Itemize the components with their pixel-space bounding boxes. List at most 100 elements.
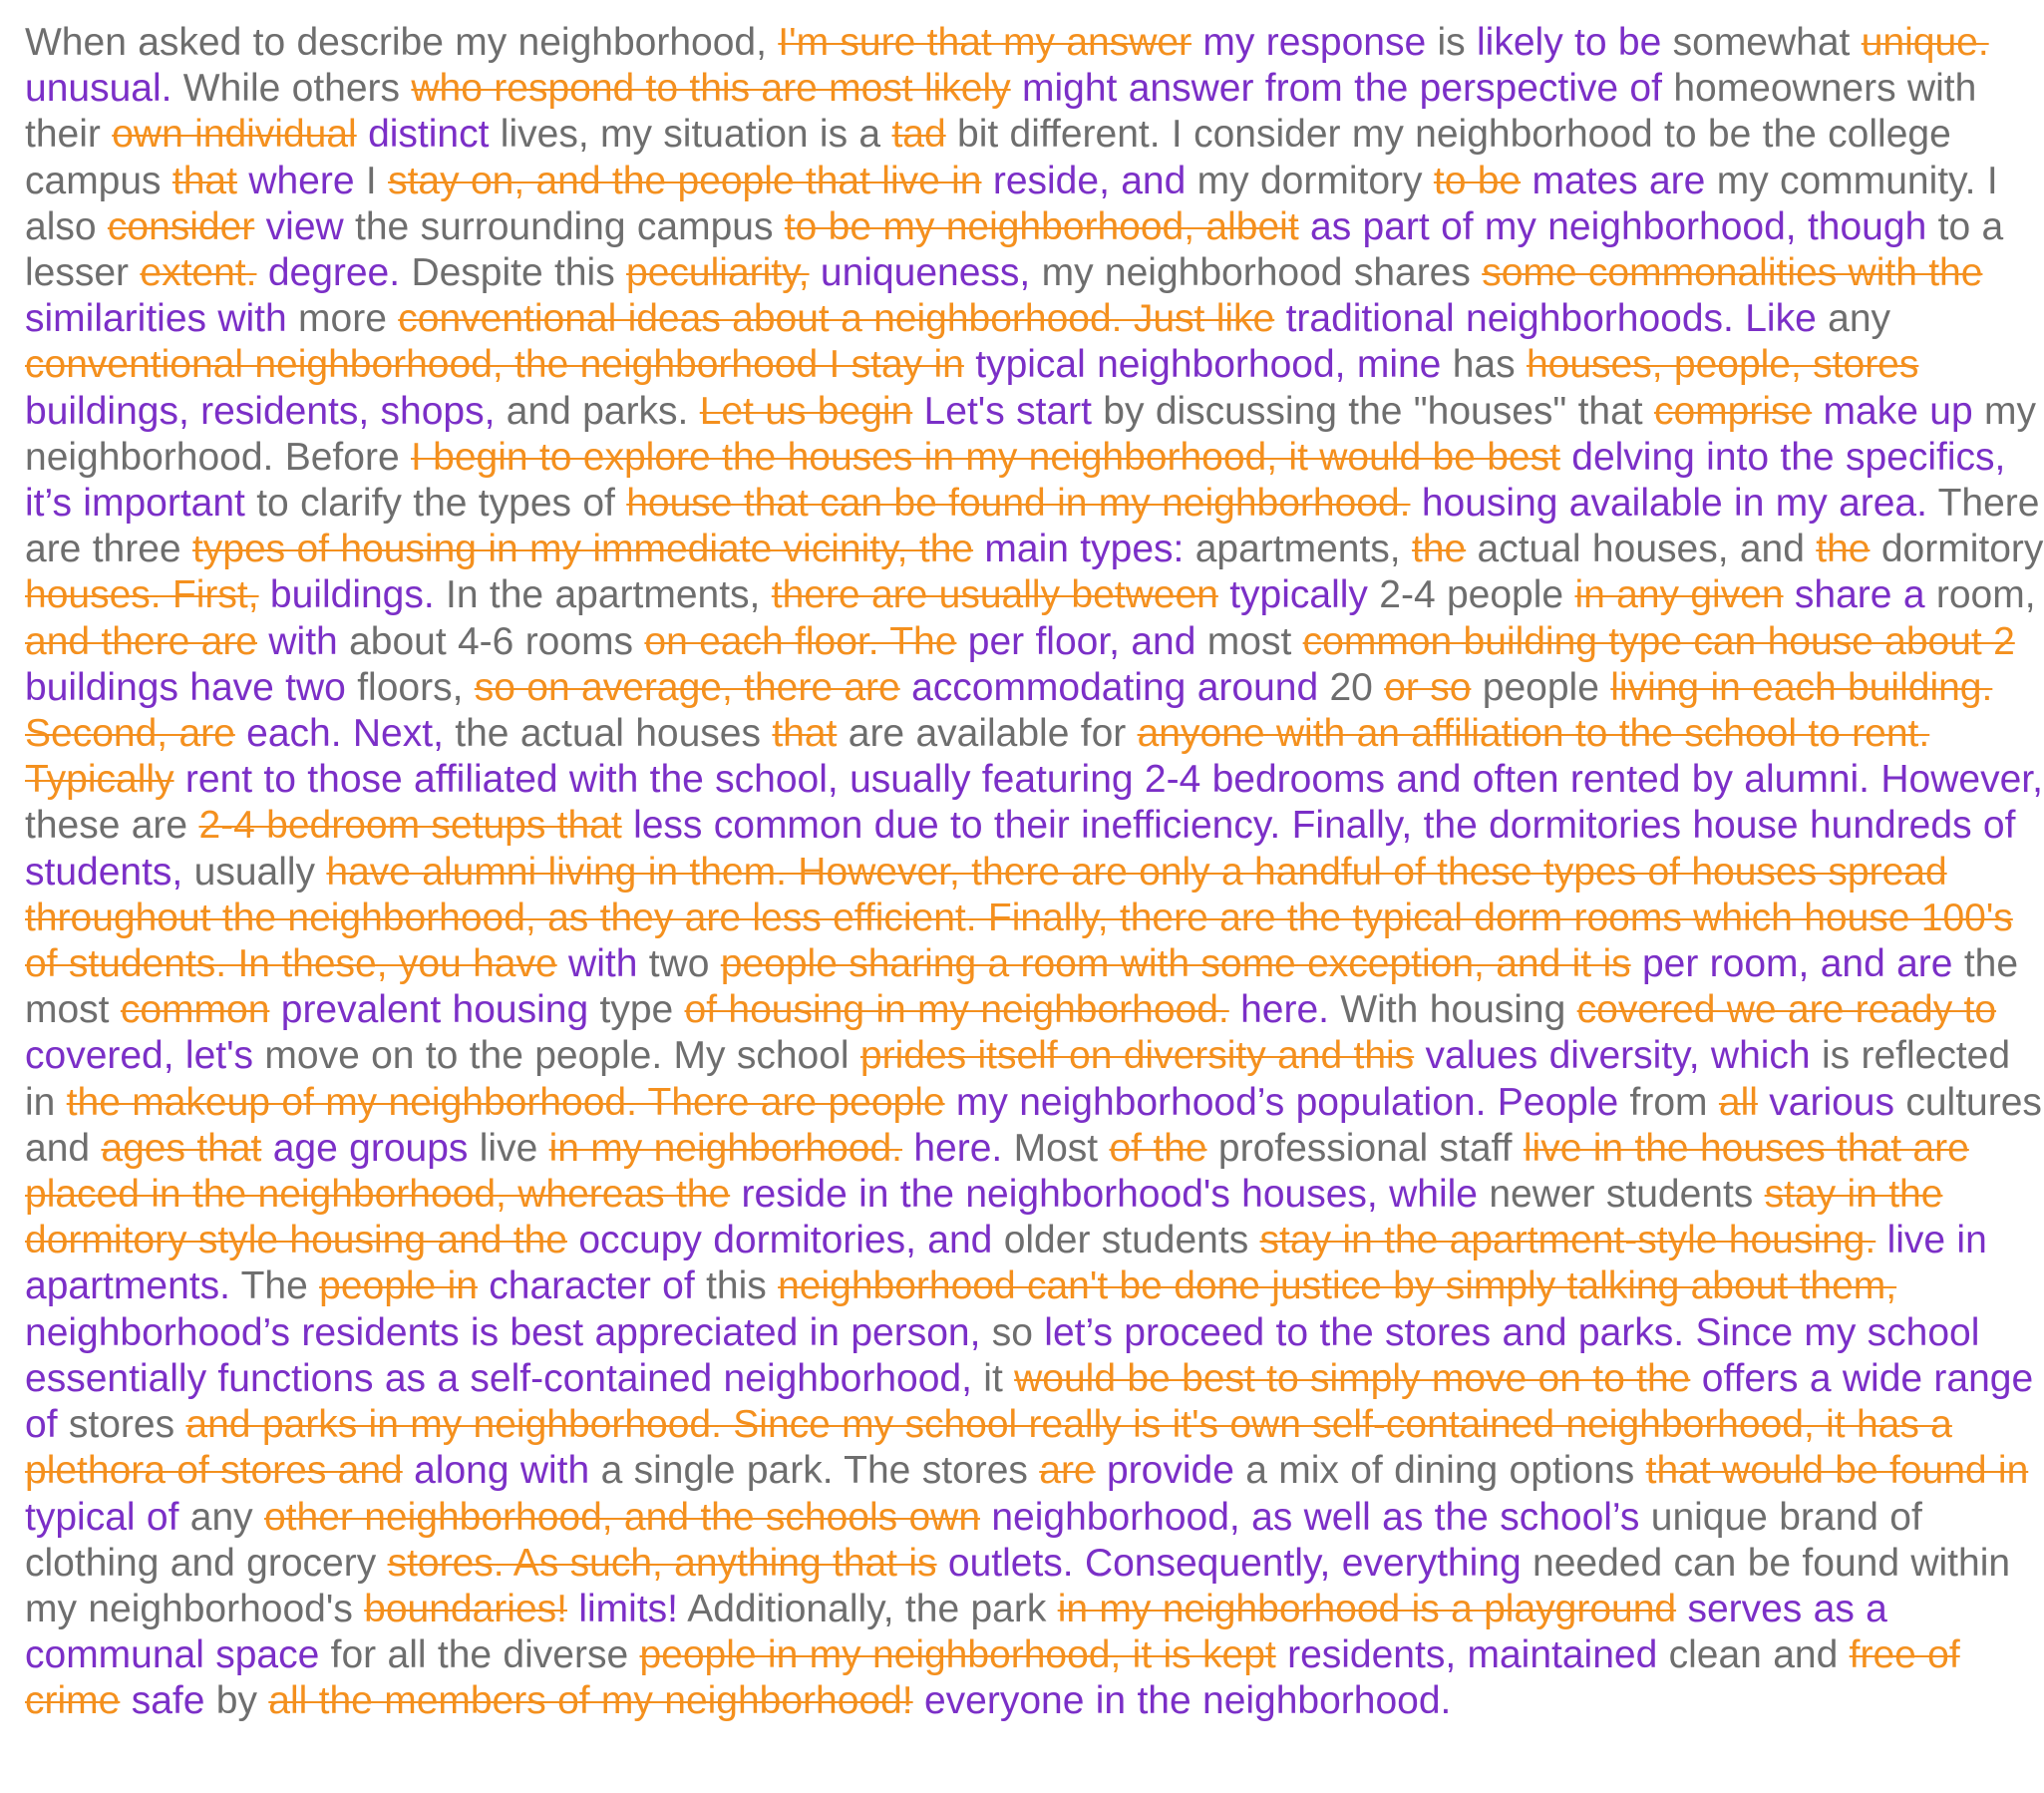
inserted-text: mates are xyxy=(1532,159,1706,202)
kept-text: this xyxy=(706,1264,767,1308)
kept-text: live xyxy=(479,1126,538,1170)
kept-text: a single park. The stores xyxy=(600,1449,1028,1493)
inserted-text: age groups xyxy=(272,1126,469,1170)
kept-text: Most xyxy=(1013,1126,1099,1170)
inserted-text: my response xyxy=(1202,21,1427,64)
kept-text: for all the diverse xyxy=(330,1633,629,1677)
inserted-text: various xyxy=(1769,1080,1894,1124)
deleted-text: conventional ideas about a neighborhood.… xyxy=(398,297,1275,341)
kept-text: so xyxy=(991,1310,1033,1354)
kept-text: the surrounding campus xyxy=(355,204,774,248)
deleted-text: stay in the apartment-style housing. xyxy=(1259,1219,1876,1262)
deleted-text: boundaries! xyxy=(364,1587,567,1630)
inserted-text: neighborhood’s residents is best appreci… xyxy=(25,1310,981,1354)
kept-text: room, xyxy=(1935,573,2036,617)
deleted-text: extent. xyxy=(140,251,257,295)
kept-text: type xyxy=(599,988,674,1032)
deleted-text: 2-4 bedroom setups that xyxy=(198,804,622,848)
kept-text: any xyxy=(1828,297,1891,341)
inserted-text: reside in the neighborhood's houses, whi… xyxy=(741,1173,1478,1217)
kept-text: When asked to describe my neighborhood, xyxy=(25,21,767,64)
kept-text: to clarify the types of xyxy=(256,482,615,526)
deleted-text: people in xyxy=(319,1264,478,1308)
deleted-text: types of housing in my immediate vicinit… xyxy=(191,528,974,571)
deleted-text: houses, people, stores xyxy=(1526,343,1919,387)
kept-text: from xyxy=(1629,1080,1708,1124)
deleted-text: on each floor. The xyxy=(644,619,957,663)
deleted-text: all xyxy=(1718,1080,1758,1124)
kept-text: any xyxy=(189,1495,253,1539)
inserted-text: outlets. Consequently, everything xyxy=(947,1541,1522,1585)
inserted-text: values diversity, which xyxy=(1425,1034,1811,1078)
kept-text: dormitory xyxy=(1880,528,2044,571)
deleted-text: common building type can house about 2 xyxy=(1302,619,2015,663)
deleted-text: the xyxy=(1411,528,1467,571)
kept-text: lives, my situation is a xyxy=(500,113,881,157)
inserted-text: everyone in the neighborhood. xyxy=(923,1679,1452,1723)
deleted-text: consider xyxy=(107,204,255,248)
inserted-text: might answer from the perspective of xyxy=(1022,67,1662,111)
deleted-text: I begin to explore the houses in my neig… xyxy=(410,435,1560,479)
inserted-text: typically xyxy=(1229,573,1368,617)
inserted-text: safe xyxy=(131,1679,205,1723)
inserted-text: accommodating around xyxy=(911,665,1319,709)
inserted-text: neighborhood, as well as the school’s xyxy=(991,1495,1640,1539)
kept-text: by discussing the "houses" that xyxy=(1103,389,1643,433)
inserted-text: as part of my neighborhood, though xyxy=(1310,204,1927,248)
deleted-text: unique. xyxy=(1861,21,1989,64)
deleted-text: in my neighborhood. xyxy=(548,1126,903,1170)
kept-text: by xyxy=(215,1679,257,1723)
inserted-text: reside, and xyxy=(992,159,1187,202)
kept-text: newer students xyxy=(1489,1173,1754,1217)
inserted-text: character of xyxy=(489,1264,695,1308)
deleted-text: people sharing a room with some exceptio… xyxy=(720,942,1631,986)
inserted-text: with xyxy=(568,942,638,986)
deleted-text: conventional neighborhood, the neighborh… xyxy=(25,343,964,387)
inserted-text: my neighborhood’s population. People xyxy=(955,1080,1619,1124)
deleted-text: that would be found in xyxy=(1645,1449,2029,1493)
deleted-text: in my neighborhood is a playground xyxy=(1057,1587,1677,1630)
inserted-text: per floor, and xyxy=(967,619,1196,663)
kept-text: I xyxy=(365,159,377,202)
kept-text: somewhat xyxy=(1672,21,1851,64)
deleted-text: stores. As such, anything that is xyxy=(387,1541,937,1585)
inserted-text: buildings have two xyxy=(25,665,346,709)
inserted-text: rent to those affiliated with the school… xyxy=(184,758,2043,802)
deleted-text: stay on, and the people that live in xyxy=(388,159,982,202)
kept-text: Additionally, the park xyxy=(687,1587,1047,1630)
inserted-text: provide xyxy=(1106,1449,1234,1493)
deleted-text: covered we are ready to xyxy=(1576,988,1997,1032)
deleted-text: people in my neighborhood, it is kept xyxy=(639,1633,1276,1677)
inserted-text: along with xyxy=(414,1449,590,1493)
inserted-text: per room, and are xyxy=(1641,942,1953,986)
inserted-text: share a xyxy=(1794,573,1925,617)
kept-text: the actual houses xyxy=(455,712,761,756)
inserted-text: occupy dormitories, and xyxy=(578,1219,993,1262)
deleted-text: houses. First, xyxy=(25,573,259,617)
deleted-text: that xyxy=(171,159,237,202)
inserted-text: distinct xyxy=(368,113,490,157)
deleted-text: of the xyxy=(1109,1126,1207,1170)
inserted-text: each. Next, xyxy=(246,712,444,756)
deleted-text: who respond to this are most likely xyxy=(411,67,1011,111)
deleted-text: the makeup of my neighborhood. There are… xyxy=(66,1080,945,1124)
inserted-text: residents, maintained xyxy=(1287,1633,1658,1677)
deleted-text: to be my neighborhood, albeit xyxy=(784,204,1299,248)
inserted-text: likely to be xyxy=(1477,21,1662,64)
kept-text: 2-4 people xyxy=(1379,573,1564,617)
inserted-text: buildings. xyxy=(269,573,435,617)
kept-text: it xyxy=(983,1356,1003,1400)
deleted-text: the xyxy=(1816,528,1871,571)
kept-text: and parks. xyxy=(506,389,689,433)
deleted-text: would be best to simply move on to the xyxy=(1014,1356,1691,1400)
inserted-text: uniqueness, xyxy=(820,251,1031,295)
deleted-text: tad xyxy=(891,113,946,157)
kept-text: has xyxy=(1452,343,1516,387)
deleted-text: other neighborhood, and the schools own xyxy=(263,1495,981,1539)
kept-text: The xyxy=(240,1264,308,1308)
kept-text: move on to the people. My school xyxy=(264,1034,850,1078)
inserted-text: unusual. xyxy=(25,67,172,111)
deleted-text: there are usually between xyxy=(771,573,1218,617)
deleted-text: house that can be found in my neighborho… xyxy=(626,482,1411,526)
deleted-text: of housing in my neighborhood. xyxy=(684,988,1229,1032)
